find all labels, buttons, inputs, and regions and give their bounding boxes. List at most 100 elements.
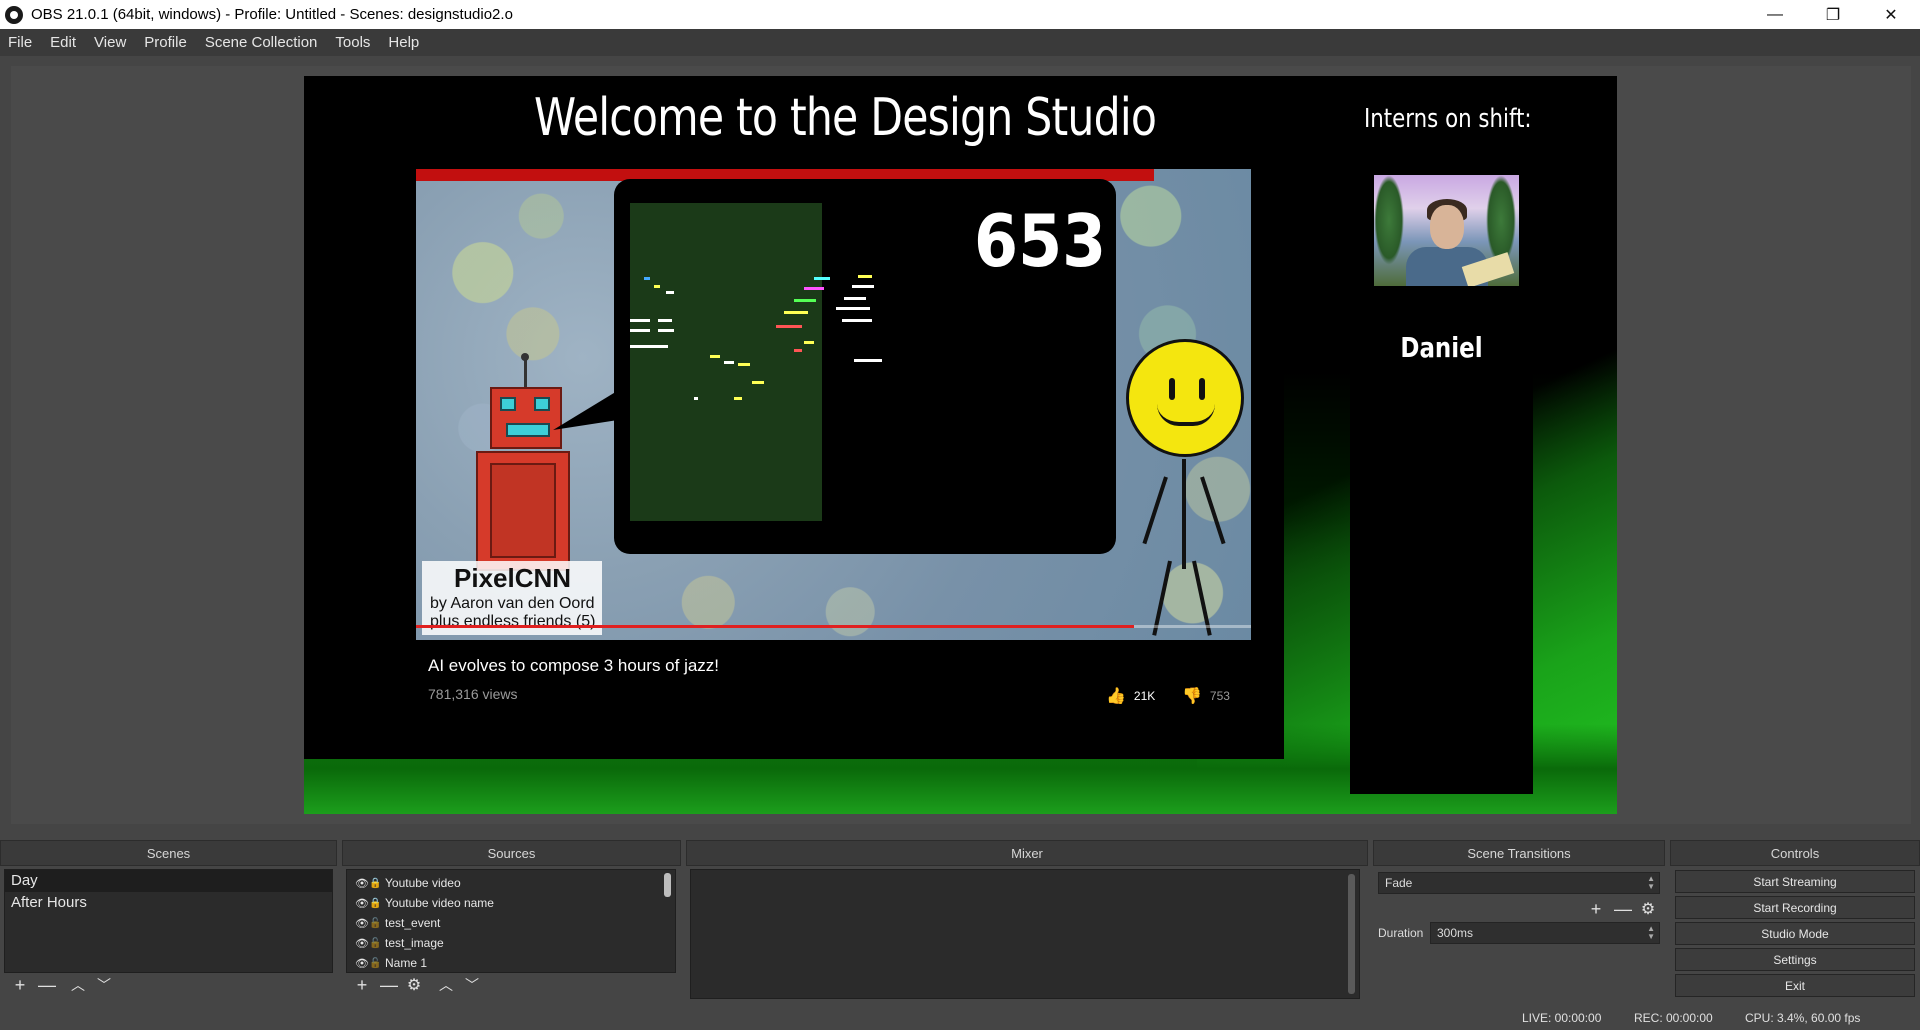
transitions-dock-header: Scene Transitions xyxy=(1373,840,1665,866)
studio-mode-button[interactable]: Studio Mode xyxy=(1675,922,1915,945)
source-item[interactable]: 👁 🔓 test_image xyxy=(347,933,675,953)
unlock-icon[interactable]: 🔓 xyxy=(369,918,381,929)
thumbnail-title: PixelCNN xyxy=(454,563,572,593)
sources-list[interactable]: 👁 🔒 Youtube video 👁 🔒 Youtube video name… xyxy=(346,869,676,973)
mixer-scrollbar[interactable] xyxy=(1348,874,1355,994)
source-item[interactable]: 👁 🔓 test_event xyxy=(347,913,675,933)
visibility-eye-icon[interactable]: 👁 xyxy=(355,897,369,910)
visibility-eye-icon[interactable]: 👁 xyxy=(355,877,369,890)
preview-canvas[interactable]: Welcome to the Design Studio 653 PixelCN… xyxy=(304,76,1617,814)
source-item[interactable]: 👁 🔒 Youtube video xyxy=(347,873,675,893)
menu-tools[interactable]: Tools xyxy=(326,34,379,51)
scene-item-day[interactable]: Day xyxy=(5,870,332,892)
duration-spinbox[interactable]: 300ms ▲ ▼ xyxy=(1430,922,1660,944)
close-button[interactable]: ✕ xyxy=(1862,0,1920,29)
video-progress-bar xyxy=(416,625,1251,628)
cpu-fps: CPU: 3.4%, 60.00 fps xyxy=(1745,1011,1861,1025)
welcome-heading: Welcome to the Design Studio xyxy=(534,88,1157,148)
transition-selected: Fade xyxy=(1385,876,1413,890)
scene-item-after-hours[interactable]: After Hours xyxy=(5,892,332,914)
robot-eye xyxy=(534,397,550,411)
source-label: test_event xyxy=(385,916,441,930)
video-title: AI evolves to compose 3 hours of jazz! xyxy=(428,656,720,675)
dislike-count: 👎 753 xyxy=(1182,686,1230,706)
move-source-down-button[interactable]: ﹀ xyxy=(464,975,480,995)
remove-scene-button[interactable]: — xyxy=(38,975,56,996)
thumbnail-subline: plus endless friends (5) xyxy=(430,613,596,630)
move-source-up-button[interactable]: ︿ xyxy=(438,975,454,995)
transition-select[interactable]: Fade ▲ ▼ xyxy=(1378,872,1660,894)
minimize-button[interactable]: — xyxy=(1746,0,1804,29)
transition-properties-gear-icon[interactable]: ⚙ xyxy=(1640,899,1656,919)
like-count: 👍 21K xyxy=(1106,686,1155,706)
smiley-eye xyxy=(1199,378,1205,400)
menu-bar: File Edit View Profile Scene Collection … xyxy=(0,29,1920,56)
remove-transition-button[interactable]: — xyxy=(1614,899,1632,920)
robot-antenna xyxy=(521,353,529,389)
lock-icon[interactable]: 🔒 xyxy=(369,898,381,909)
thumbnail-byline: by Aaron van den Oord xyxy=(430,595,595,612)
video-views: 781,316 views xyxy=(428,686,518,702)
smiley-face xyxy=(1126,339,1244,457)
exit-button[interactable]: Exit xyxy=(1675,974,1915,997)
thumbnail-label: PixelCNN by Aaron van den Oord plus endl… xyxy=(422,561,602,635)
smiley-eye xyxy=(1169,378,1175,400)
menu-file[interactable]: File xyxy=(0,34,41,51)
add-scene-button[interactable]: + xyxy=(12,975,28,996)
move-scene-up-button[interactable]: ︿ xyxy=(70,975,86,995)
controls-dock-header: Controls xyxy=(1670,840,1920,866)
scenes-list[interactable]: Day After Hours xyxy=(4,869,333,973)
add-source-button[interactable]: + xyxy=(354,975,370,996)
status-bar: LIVE: 00:00:00 REC: 00:00:00 CPU: 3.4%, … xyxy=(0,1008,1920,1030)
start-streaming-button[interactable]: Start Streaming xyxy=(1675,870,1915,893)
start-recording-button[interactable]: Start Recording xyxy=(1675,896,1915,919)
thumbs-up-icon: 👍 xyxy=(1106,688,1126,705)
visibility-eye-icon[interactable]: 👁 xyxy=(355,937,369,950)
window-controls: — ❐ ✕ xyxy=(1746,0,1920,29)
robot-panel xyxy=(490,463,556,558)
lock-icon[interactable]: 🔒 xyxy=(369,878,381,889)
restore-button[interactable]: ❐ xyxy=(1804,0,1862,29)
unlock-icon[interactable]: 🔓 xyxy=(369,938,381,949)
dislike-value: 753 xyxy=(1209,689,1230,703)
source-item[interactable]: 👁 🔓 Name 1 xyxy=(347,953,675,973)
menu-view[interactable]: View xyxy=(85,34,135,51)
sources-scrollbar[interactable] xyxy=(664,873,671,897)
smiley-mouth xyxy=(1157,404,1215,426)
menu-scene-collection[interactable]: Scene Collection xyxy=(196,34,327,51)
obs-logo-icon xyxy=(5,5,23,24)
move-scene-down-button[interactable]: ﹀ xyxy=(96,975,112,995)
menu-edit[interactable]: Edit xyxy=(41,34,85,51)
sources-dock-header: Sources xyxy=(342,840,681,866)
updown-arrow-icon[interactable]: ▲ ▼ xyxy=(1647,925,1655,941)
menu-profile[interactable]: Profile xyxy=(135,34,196,51)
interns-panel: Interns on shift: Daniel xyxy=(1350,76,1533,794)
robot-eye xyxy=(500,397,516,411)
updown-arrow-icon: ▲ ▼ xyxy=(1647,874,1655,891)
source-label: test_image xyxy=(385,936,444,950)
rec-timer: REC: 00:00:00 xyxy=(1634,1011,1713,1025)
visibility-eye-icon[interactable]: 👁 xyxy=(355,957,369,970)
source-item[interactable]: 👁 🔒 Youtube video name xyxy=(347,893,675,913)
scenes-toolbar: + — ︿ ﹀ xyxy=(12,973,112,997)
video-thumbnail: 653 PixelCNN by Aaron van den Oord plus … xyxy=(416,169,1251,640)
thumbnail-screen: 653 xyxy=(614,179,1116,554)
settings-button[interactable]: Settings xyxy=(1675,948,1915,971)
window-title: OBS 21.0.1 (64bit, windows) - Profile: U… xyxy=(31,6,513,23)
thumbs-down-icon: 👎 xyxy=(1182,688,1202,705)
robot-mouth xyxy=(506,423,550,437)
robot-body xyxy=(476,451,570,571)
transitions-toolbar: + — ⚙ xyxy=(1588,897,1656,921)
mixer-panel xyxy=(690,869,1360,999)
visibility-eye-icon[interactable]: 👁 xyxy=(355,917,369,930)
menu-help[interactable]: Help xyxy=(379,34,428,51)
youtube-video-source: Welcome to the Design Studio 653 PixelCN… xyxy=(304,76,1284,759)
video-progress-fill xyxy=(416,625,1135,628)
remove-source-button[interactable]: — xyxy=(380,975,398,996)
duration-label: Duration xyxy=(1378,926,1424,940)
unlock-icon[interactable]: 🔓 xyxy=(369,958,381,969)
intern-name: Daniel xyxy=(1400,331,1483,364)
scenes-dock-header: Scenes xyxy=(0,840,337,866)
source-properties-gear-icon[interactable]: ⚙ xyxy=(406,975,422,995)
add-transition-button[interactable]: + xyxy=(1588,899,1604,920)
